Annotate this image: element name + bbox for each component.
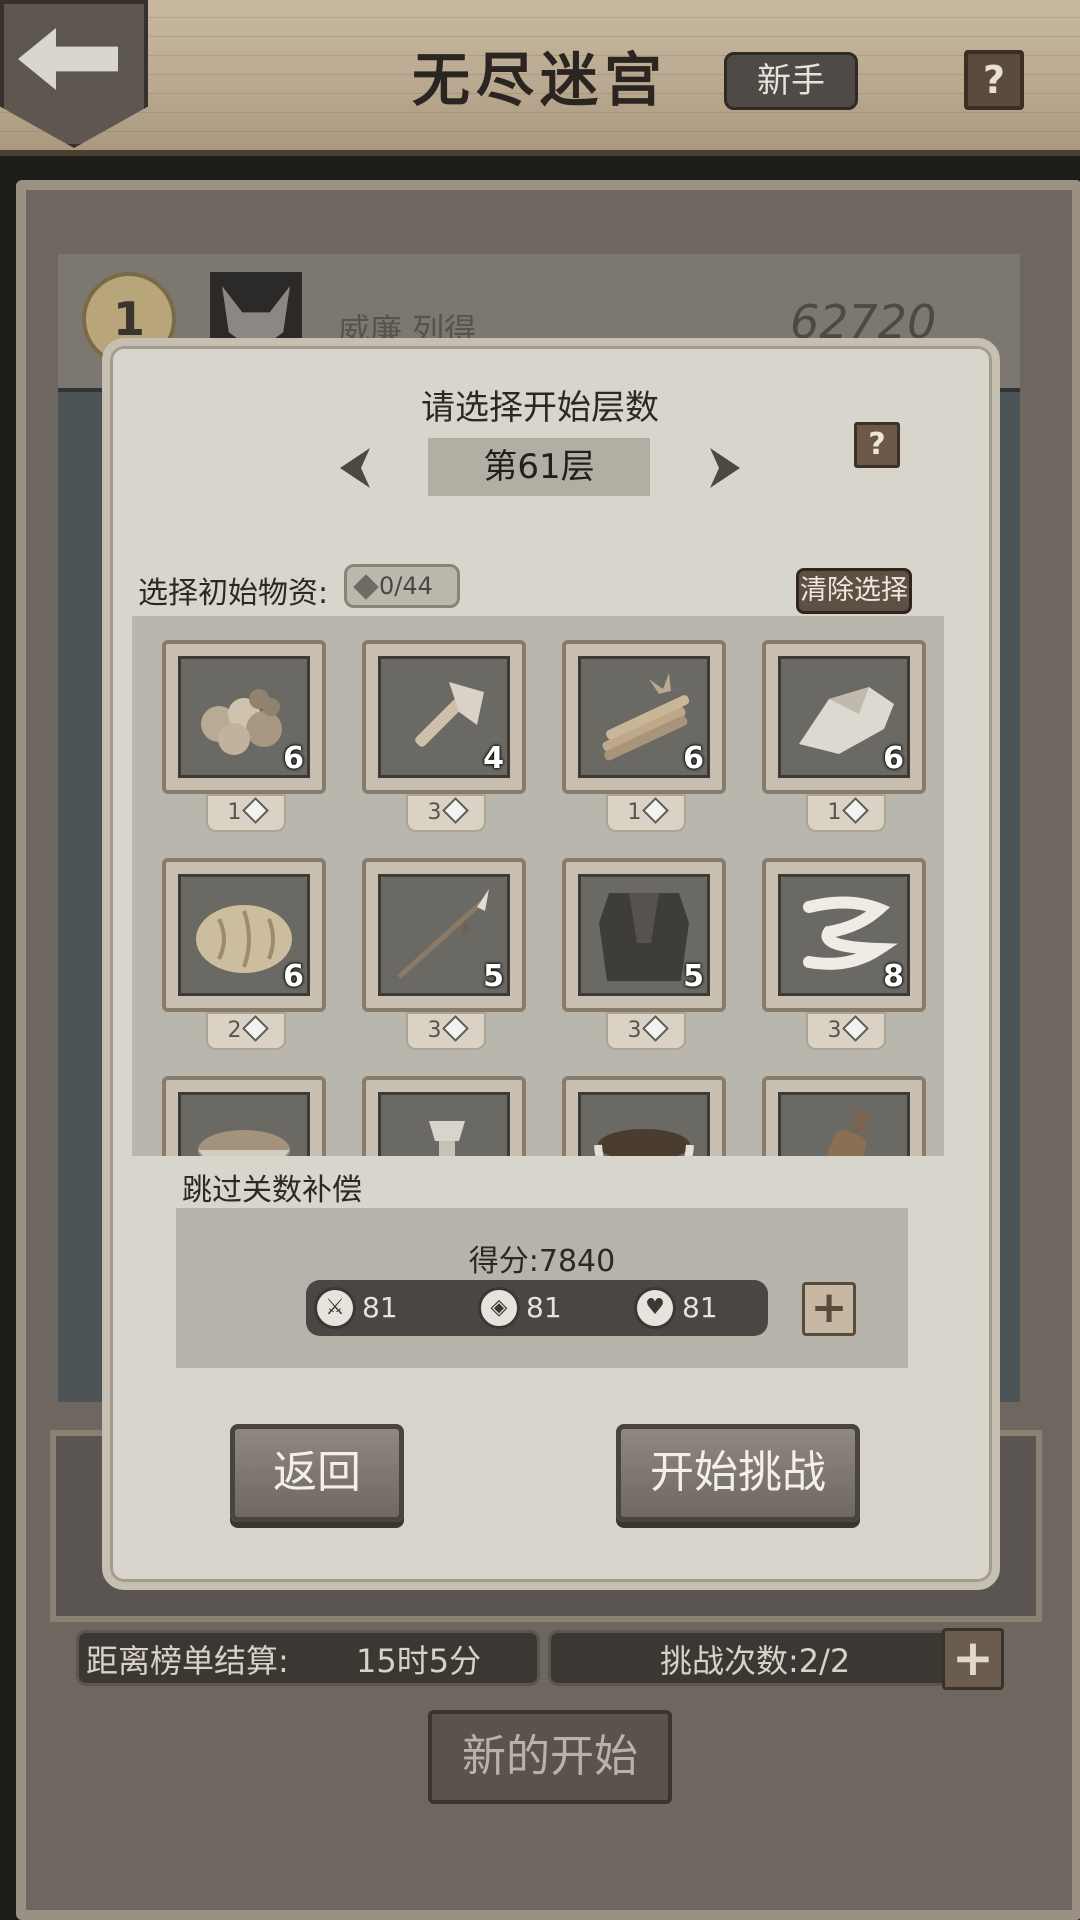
sword-icon: ⚔ — [314, 1287, 356, 1329]
item-count: 6 — [283, 959, 304, 994]
item-slot[interactable] — [362, 1076, 526, 1156]
gem-icon — [441, 1015, 469, 1042]
cost-tag: 1 — [206, 794, 286, 832]
cost-value: 3 — [427, 800, 442, 825]
item-slot[interactable]: 6 — [162, 858, 326, 1012]
clear-selection-button[interactable]: 清除选择 — [796, 568, 912, 614]
item-slot[interactable] — [162, 1076, 326, 1156]
health-value: 81 — [682, 1291, 718, 1324]
compensation-score: 得分:7840 — [468, 1244, 616, 1279]
item-grid: 6 1 4 3 6 1 6 1 6 2 5 3 5 3 8 3 — [132, 616, 944, 1156]
cost-value: 3 — [627, 1018, 642, 1043]
start-challenge-button[interactable]: 开始挑战 — [616, 1424, 860, 1522]
settlement-time: 15时5分 — [356, 1642, 482, 1680]
supply-label: 选择初始物资: — [138, 576, 329, 611]
cost-tag: 3 — [806, 1012, 886, 1050]
cost-tag: 1 — [606, 794, 686, 832]
supply-counter-value: 0/44 — [379, 572, 433, 600]
item-count: 5 — [483, 959, 504, 994]
item-count: 6 — [883, 741, 904, 776]
cost-tag: 3 — [406, 1012, 486, 1050]
help-button[interactable]: ? — [964, 50, 1024, 110]
mode-badge[interactable]: 新手 — [724, 52, 858, 110]
attempts-label: 挑战次数:2/2 — [660, 1642, 851, 1680]
gem-icon — [641, 797, 669, 824]
item-count: 8 — [883, 959, 904, 994]
cost-tag: 2 — [206, 1012, 286, 1050]
item-slot[interactable] — [562, 1076, 726, 1156]
new-start-button[interactable]: 新的开始 — [428, 1710, 672, 1804]
gem-icon — [241, 1015, 269, 1042]
cost-value: 1 — [227, 800, 242, 825]
item-frame — [378, 1092, 510, 1156]
gem-icon — [841, 797, 869, 824]
item-frame — [178, 1092, 310, 1156]
shield-icon: ◈ — [478, 1287, 520, 1329]
item-slot[interactable]: 5 — [562, 858, 726, 1012]
gem-icon — [841, 1015, 869, 1042]
attack-value: 81 — [362, 1291, 398, 1324]
return-button[interactable]: 返回 — [230, 1424, 404, 1522]
heart-icon: ♥ — [634, 1287, 676, 1329]
defense-value: 81 — [526, 1291, 562, 1324]
item-slot[interactable]: 6 — [162, 640, 326, 794]
item-frame — [778, 1092, 910, 1156]
item-frame — [578, 1092, 710, 1156]
gem-icon — [241, 797, 269, 824]
dialog-title: 请选择开始层数 — [421, 388, 659, 428]
hammer-icon — [429, 1121, 465, 1156]
cost-value: 3 — [427, 1018, 442, 1043]
cost-value: 3 — [827, 1018, 842, 1043]
gem-icon — [353, 574, 379, 600]
cost-value: 2 — [227, 1018, 242, 1043]
item-count: 6 — [683, 741, 704, 776]
item-slot[interactable]: 6 — [762, 640, 926, 794]
add-attempts-button[interactable]: + — [942, 1628, 1004, 1690]
item-slot[interactable]: 8 — [762, 858, 926, 1012]
bottle-icon — [815, 1107, 871, 1156]
supply-counter: 0/44 — [344, 564, 460, 608]
cost-tag: 3 — [606, 1012, 686, 1050]
item-count: 5 — [683, 959, 704, 994]
settlement-label: 距离榜单结算: — [86, 1642, 289, 1680]
cost-value: 1 — [827, 800, 842, 825]
compensation-label: 跳过关数补偿 — [182, 1173, 362, 1208]
cost-tag: 1 — [806, 794, 886, 832]
item-count: 4 — [483, 741, 504, 776]
cost-tag: 3 — [406, 794, 486, 832]
page-title: 无尽迷宫 — [411, 46, 668, 114]
cost-value: 1 — [627, 800, 642, 825]
gem-icon — [641, 1015, 669, 1042]
item-slot[interactable]: 6 — [562, 640, 726, 794]
gem-icon — [441, 797, 469, 824]
add-stats-button[interactable]: + — [802, 1282, 856, 1336]
item-slot[interactable]: 4 — [362, 640, 526, 794]
flour-bowl-icon — [198, 1130, 290, 1156]
item-slot[interactable] — [762, 1076, 926, 1156]
floor-display: 第61层 — [428, 438, 650, 496]
dialog-help-button[interactable]: ? — [854, 422, 900, 468]
soup-bowl-icon — [594, 1129, 694, 1156]
item-slot[interactable]: 5 — [362, 858, 526, 1012]
item-count: 6 — [283, 741, 304, 776]
